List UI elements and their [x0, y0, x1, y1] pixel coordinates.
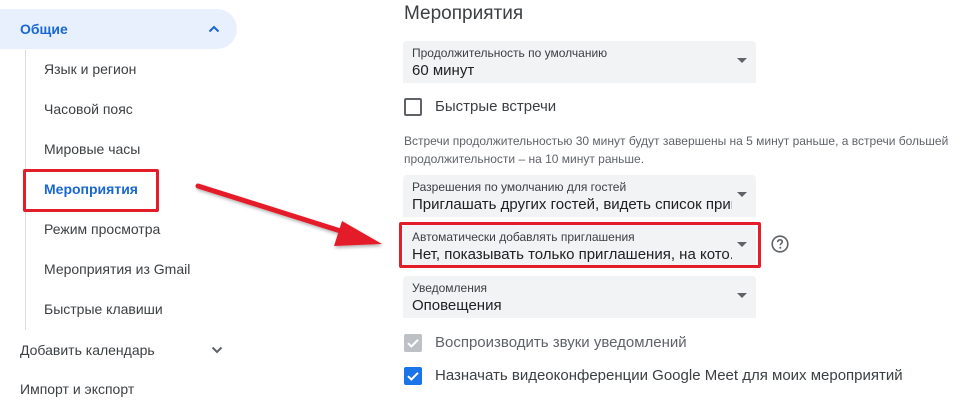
annotation-arrow	[195, 183, 382, 246]
